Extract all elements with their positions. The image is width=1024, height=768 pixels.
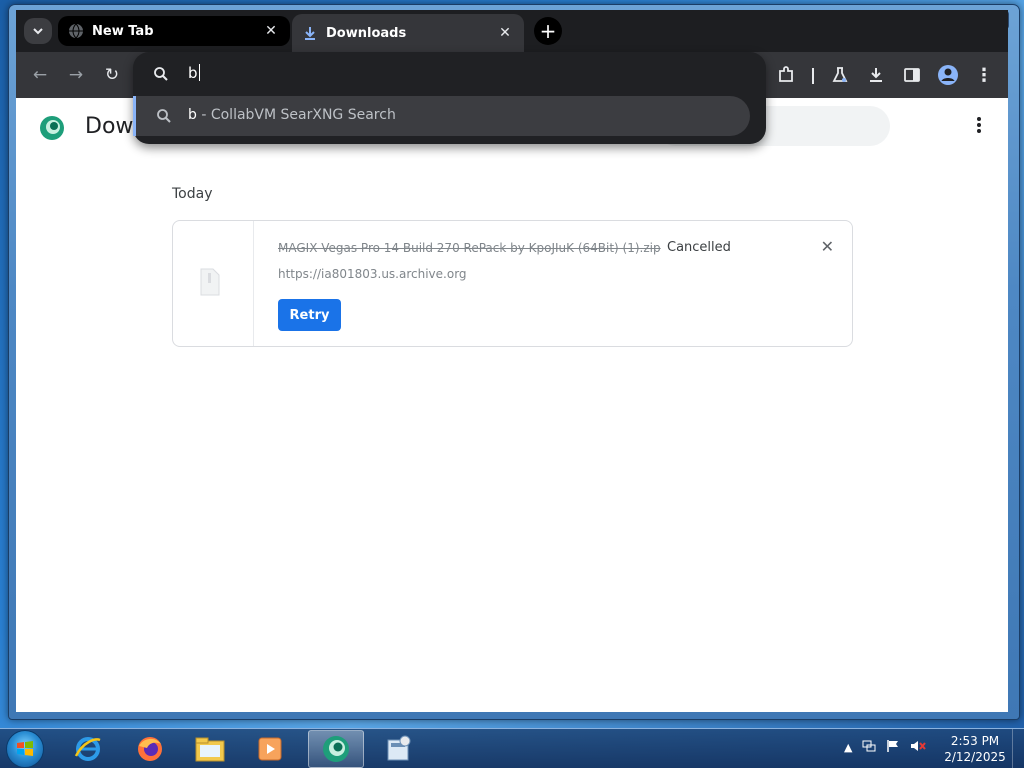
clock-time: 2:53 PM: [950, 734, 1000, 748]
internet-explorer-icon[interactable]: [60, 730, 116, 768]
download-status: Cancelled: [667, 240, 731, 255]
chrome-menu-button[interactable]: ⋮: [972, 63, 996, 87]
file-explorer-icon[interactable]: [182, 730, 238, 768]
side-panel-icon[interactable]: [900, 63, 924, 87]
retry-button[interactable]: Retry: [278, 299, 341, 331]
close-tab-icon[interactable]: ✕: [262, 23, 280, 39]
tab-downloads[interactable]: Downloads ✕: [292, 14, 524, 52]
file-icon: [200, 268, 220, 296]
show-desktop-button[interactable]: [1012, 729, 1024, 768]
globe-icon: [68, 23, 84, 39]
system-tray: ▲: [844, 739, 927, 756]
volume-muted-icon[interactable]: [910, 739, 927, 756]
calculator-icon[interactable]: [370, 730, 426, 768]
page-title: Dow: [85, 114, 134, 139]
profile-avatar-icon[interactable]: [936, 63, 960, 87]
download-item: MAGIX Vegas Pro 14 Build 270 RePack by K…: [172, 220, 853, 347]
network-icon[interactable]: [862, 739, 876, 756]
omnibox-dropdown: b b - CollabVM SearXNG Search: [133, 52, 766, 144]
show-hidden-icons-icon[interactable]: ▲: [844, 741, 852, 754]
search-icon: [154, 67, 168, 81]
chevron-down-icon: [33, 28, 43, 35]
tab-new-tab[interactable]: New Tab ✕: [58, 16, 290, 46]
tab-search-button[interactable]: [24, 18, 52, 44]
file-name-link[interactable]: MAGIX Vegas Pro 14 Build 270 RePack by K…: [278, 241, 661, 255]
toolbar-divider: [812, 68, 814, 84]
more-actions-button[interactable]: [976, 116, 982, 134]
downloads-page: Dow Today MAGIX Vegas Pro 14 Build 270 R…: [16, 98, 1008, 712]
reload-button[interactable]: ↻: [100, 63, 124, 87]
media-player-icon[interactable]: [242, 730, 298, 768]
extensions-icon[interactable]: [774, 63, 798, 87]
address-bar[interactable]: b: [133, 52, 766, 96]
omnibox-suggestion[interactable]: b - CollabVM SearXNG Search: [133, 96, 750, 136]
search-icon: [157, 109, 171, 123]
text-caret: [198, 64, 200, 81]
date-group-label: Today: [172, 186, 213, 202]
tab-title: New Tab: [92, 23, 154, 39]
browser-icon[interactable]: [308, 730, 364, 768]
start-button[interactable]: [6, 730, 44, 768]
remove-from-list-icon[interactable]: ✕: [821, 237, 834, 256]
file-icon-area: [173, 221, 254, 346]
tab-title: Downloads: [326, 25, 407, 41]
labs-icon[interactable]: [828, 63, 852, 87]
download-icon: [302, 25, 318, 41]
suggestion-text: b - CollabVM SearXNG Search: [188, 107, 396, 123]
close-tab-icon[interactable]: ✕: [496, 25, 514, 41]
address-input[interactable]: b: [188, 64, 200, 82]
downloads-icon[interactable]: [864, 63, 888, 87]
source-url-link[interactable]: https://ia801803.us.archive.org: [278, 267, 467, 281]
windows-logo-icon: [17, 741, 33, 756]
action-center-flag-icon[interactable]: [886, 739, 900, 756]
downloads-logo-icon: [38, 114, 66, 142]
tab-strip: New Tab ✕ Downloads ✕ +: [16, 10, 1008, 52]
taskbar: ▲ 2:53 PM 2/12/2025: [0, 728, 1024, 768]
firefox-icon[interactable]: [122, 730, 178, 768]
back-button[interactable]: ←: [28, 63, 52, 87]
new-tab-button[interactable]: +: [534, 17, 562, 45]
forward-button[interactable]: →: [64, 63, 88, 87]
clock-date: 2/12/2025: [944, 750, 1006, 764]
clock[interactable]: 2:53 PM 2/12/2025: [942, 733, 1008, 765]
